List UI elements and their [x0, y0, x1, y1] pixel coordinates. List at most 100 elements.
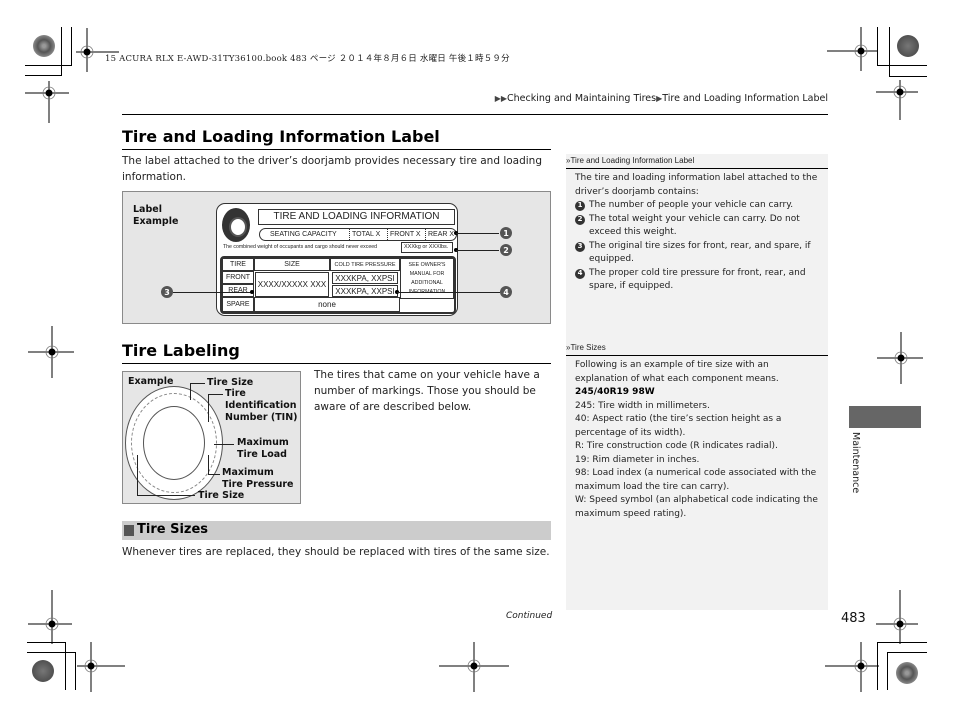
note-heading: »Tire and Loading Information Label [566, 156, 694, 165]
breadcrumb-item[interactable]: Checking and Maintaining Tires [507, 93, 656, 104]
note-heading-text: Tire and Loading Information Label [570, 156, 695, 165]
note-item-text: The original tire sizes for front, rear,… [589, 240, 811, 265]
note-list-item: 1 The number of people your vehicle can c… [575, 199, 823, 213]
leader-line [191, 383, 205, 384]
number-4-icon: 4 [575, 268, 585, 279]
note-list-item: 4 The proper cold tire pressure for front… [575, 267, 823, 294]
number-3-icon: 3 [575, 241, 585, 252]
label-line: Maximum [222, 467, 274, 478]
leader-line [190, 383, 191, 400]
crop-line [27, 642, 65, 643]
crop-line [877, 642, 927, 643]
chapter-tab-text: Maintenance [850, 432, 861, 494]
pressure-front: XXXKPA, XXPSI [332, 272, 398, 284]
wheel-icon [222, 208, 250, 242]
crop-line [877, 65, 927, 66]
note-line: 98: Load index (a numerical code associa… [575, 468, 817, 492]
breadcrumb-item[interactable]: Tire and Loading Information Label [662, 93, 828, 104]
row-label: FRONT [222, 271, 254, 284]
note-list-item: 2 The total weight your vehicle can carry… [575, 213, 823, 240]
callout-3: 3 [161, 286, 173, 298]
registration-mark-icon [77, 642, 125, 692]
tire-table: TIRE SIZE COLD TIRE PRESSURE SEE OWNER'S… [220, 256, 456, 314]
label-tin: Tire Identification Number (TIN) [225, 388, 298, 424]
note-body: Following is an example of tire size wit… [575, 359, 823, 521]
number-2-icon: 2 [575, 214, 585, 225]
color-disc-bottom-left [32, 660, 54, 682]
spare-value: none [254, 297, 400, 312]
note-line: R: Tire construction code (R indicates r… [575, 441, 778, 451]
label-line: Identification [225, 400, 297, 411]
section-title: Tire and Loading Information Label [122, 127, 440, 146]
weight-value: XXXkg or XXXlbs. [401, 242, 453, 253]
crop-line [71, 27, 72, 65]
crop-line [887, 652, 888, 690]
leader-line [209, 394, 223, 395]
registration-mark-icon [827, 27, 877, 71]
registration-mark-icon [28, 326, 74, 378]
double-triangle-icon: ▶▶ [494, 94, 508, 103]
label-line: Tire Load [237, 449, 287, 460]
subsection-heading: Tire Sizes [122, 521, 551, 540]
registration-mark-icon [876, 80, 918, 120]
registration-mark-icon [28, 590, 72, 644]
breadcrumb: ▶▶Checking and Maintaining Tires▶Tire an… [495, 93, 828, 104]
color-disc-top-right [897, 35, 919, 57]
section-body: The tires that came on your vehicle have… [314, 369, 540, 413]
subsection-title: Tire Sizes [137, 522, 209, 537]
leader-line [137, 455, 138, 495]
registration-mark-icon [439, 642, 509, 692]
number-1-icon: 1 [575, 201, 585, 211]
note-item-text: The total weight your vehicle can carry.… [589, 213, 800, 238]
note-list-item: 3 The original tire sizes for front, rear… [575, 240, 823, 267]
callout-2: 2 [500, 244, 512, 256]
subsection-body: Whenever tires are replaced, they should… [122, 546, 550, 558]
callout-4: 4 [500, 286, 512, 298]
crop-line [61, 27, 62, 75]
section-rule [122, 149, 551, 150]
crop-line [25, 75, 62, 76]
crop-line [25, 65, 72, 66]
caption-line: Label [133, 204, 162, 215]
chapter-tab-label[interactable]: Maintenance [849, 432, 861, 502]
note-line: 19: Rim diameter in inches. [575, 454, 700, 465]
figure-caption: Label Example [133, 204, 178, 228]
pressure-rear: XXXKPA, XXPSI [332, 285, 398, 297]
seating-row: SEATING CAPACITY TOTAL X FRONT X REAR X [259, 228, 457, 241]
note-item-text: The proper cold tire pressure for front,… [589, 267, 806, 292]
see-manual-line: SEE OWNER'S [408, 261, 446, 268]
registration-mark-icon [25, 81, 69, 123]
registration-mark-icon [825, 642, 879, 692]
caption-line: Example [133, 216, 179, 227]
chapter-tab-marker[interactable] [849, 406, 921, 428]
label-line: Tire [225, 388, 246, 399]
note-line: 245: Tire width in millimeters. [575, 400, 710, 411]
note-heading-text: Tire Sizes [570, 343, 606, 352]
note-rule [566, 168, 828, 169]
section-title: Tire Labeling [122, 341, 240, 360]
label-max-load: Maximum Tire Load [237, 437, 289, 461]
leader-dot [250, 290, 254, 294]
label-tire-size-bottom: Tire Size [198, 490, 245, 501]
leader-line [456, 250, 499, 251]
note-intro: Following is an example of tire size wit… [575, 360, 779, 384]
seating-front: FRONT X [387, 229, 421, 240]
note-line: 40: Aspect ratio (the tire’s section hei… [575, 414, 782, 438]
color-disc-bottom-right [896, 662, 918, 684]
leader-line [137, 495, 195, 496]
header-rule [122, 114, 828, 115]
seating-total: TOTAL X [349, 229, 380, 240]
label-title: TIRE AND LOADING INFORMATION [258, 209, 455, 225]
continued-label: Continued [506, 611, 553, 621]
seating-capacity-label: SEATING CAPACITY [270, 231, 337, 238]
leader-line [397, 292, 500, 293]
leader-line [173, 292, 251, 293]
tire-loading-label: TIRE AND LOADING INFORMATION SEATING CAP… [216, 203, 458, 316]
note-body: The tire and loading information label a… [575, 172, 823, 294]
note-intro: The tire and loading information label a… [575, 173, 818, 197]
crop-line [65, 642, 66, 690]
table-header: TIRE [222, 258, 254, 271]
label-max-pressure: Maximum Tire Pressure [222, 467, 293, 491]
leader-line [208, 474, 220, 475]
row-label: SPARE [222, 297, 254, 312]
